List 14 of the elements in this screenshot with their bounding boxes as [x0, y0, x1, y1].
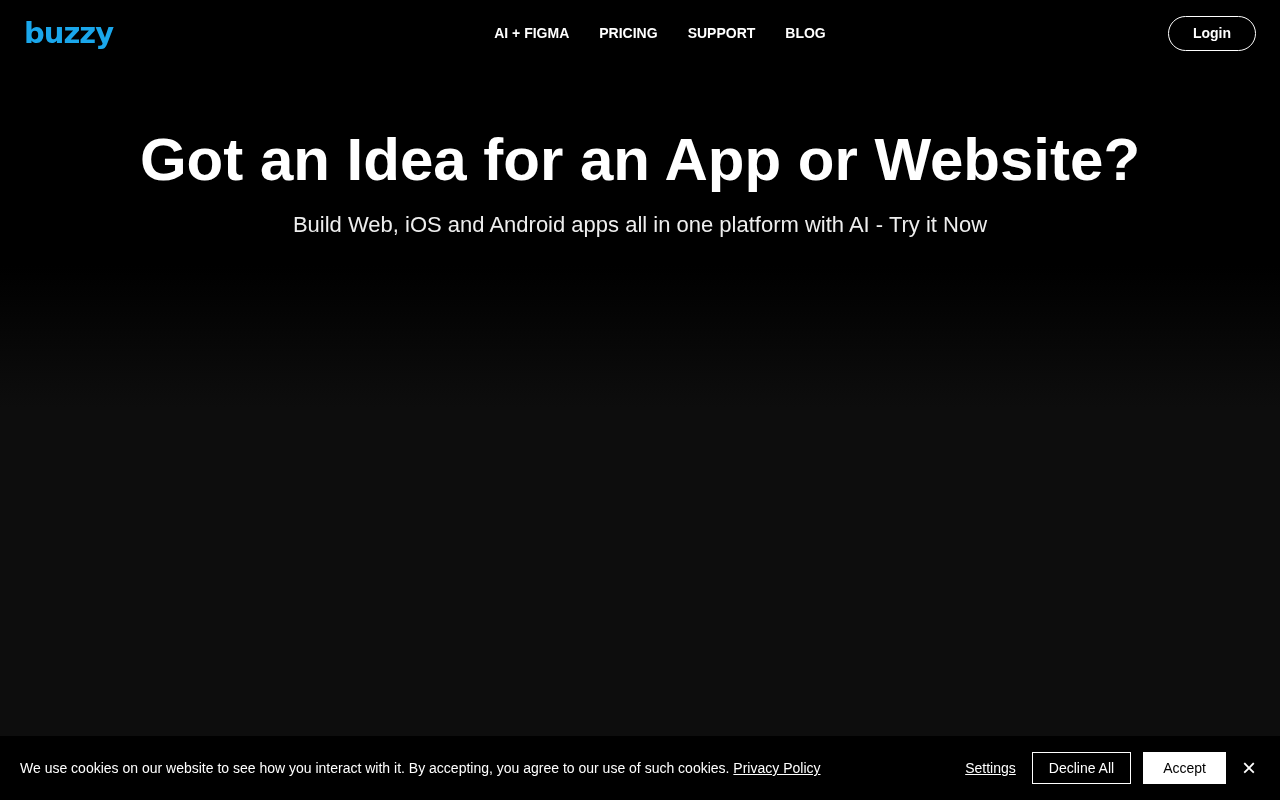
close-button[interactable]: ×: [1238, 756, 1260, 780]
nav-link[interactable]: PRICING: [599, 25, 658, 41]
accept-button[interactable]: Accept: [1143, 752, 1226, 784]
logo[interactable]: buzzy: [24, 18, 224, 48]
decline-all-button[interactable]: Decline All: [1031, 752, 1132, 784]
hero-title: Got an Idea for an App or Website?: [138, 125, 1142, 195]
nav-link[interactable]: AI + FIGMA: [494, 25, 570, 41]
nav-link[interactable]: SUPPORT: [687, 25, 756, 41]
settings-link[interactable]: Settings: [965, 760, 1016, 776]
cookie-message: We use cookies on our website to see how you interact with it. By accepting, you agree to our use of such cookies. Privacy Policy: [20, 760, 821, 776]
nav-link[interactable]: BLOG: [785, 25, 826, 41]
hero-subtitle: Build Web, iOS and Android apps all in one platform with AI - Try it Now: [291, 212, 989, 238]
privacy-policy-link[interactable]: Privacy Policy: [733, 760, 821, 776]
login-button[interactable]: Login: [1168, 15, 1256, 51]
